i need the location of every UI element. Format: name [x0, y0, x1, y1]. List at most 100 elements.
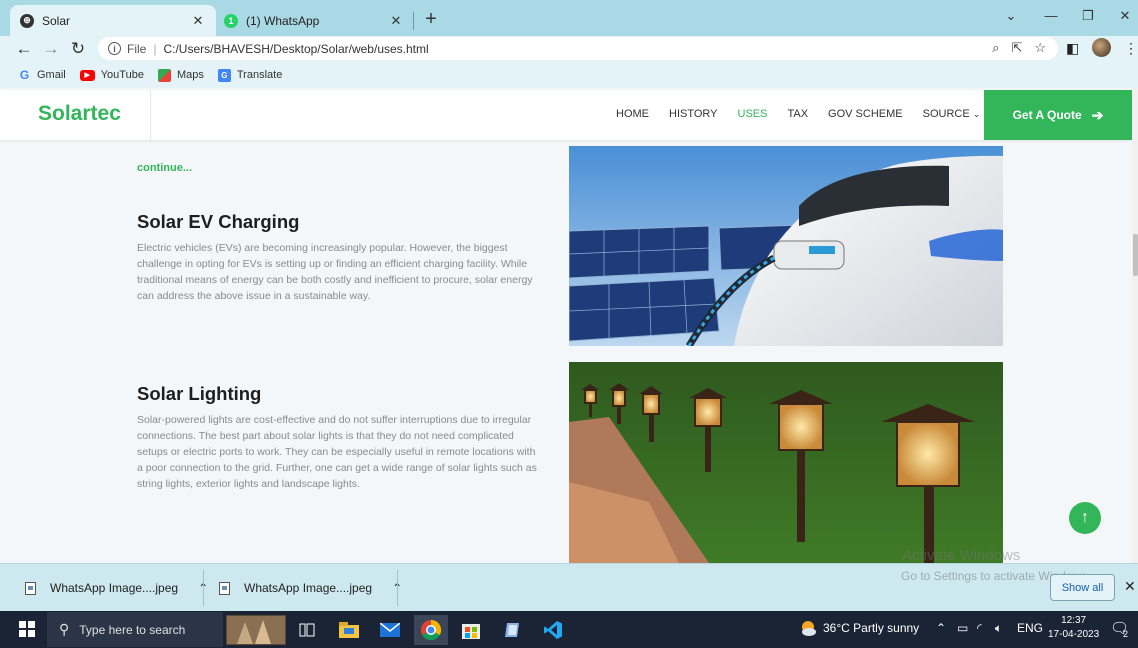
site-logo[interactable]: Solartec — [38, 102, 121, 126]
page-viewport: Solartec HOME HISTORY USES TAX GOV SCHEM… — [0, 88, 1132, 563]
bookmark-label: Gmail — [37, 69, 66, 81]
search-highlight-thumbnail[interactable] — [226, 615, 286, 645]
task-view-icon[interactable] — [290, 615, 324, 645]
nav-history[interactable]: HISTORY — [669, 108, 718, 120]
back-button[interactable]: ← — [14, 38, 34, 60]
chrome-icon[interactable] — [414, 615, 448, 645]
tab-solar[interactable]: ⊕ Solar ✕ — [10, 5, 216, 36]
solar-lighting-image — [569, 362, 1003, 563]
battery-icon[interactable]: ▭ — [957, 621, 968, 635]
download-divider — [203, 570, 204, 606]
address-bar[interactable]: i File | C:/Users/BHAVESH/Desktop/Solar/… — [98, 37, 1058, 60]
bookmarks-bar: G Gmail ▶ YouTube Maps G Translate — [0, 62, 1138, 88]
url-divider: | — [153, 41, 157, 56]
taskbar-clock[interactable]: 12:37 17-04-2023 — [1048, 614, 1099, 642]
bookmark-gmail[interactable]: G Gmail — [18, 68, 66, 82]
tab-whatsapp[interactable]: 1 (1) WhatsApp ✕ — [214, 5, 414, 36]
zoom-icon[interactable]: ⌕ — [992, 40, 999, 56]
tab-divider — [413, 12, 414, 30]
weather-text[interactable]: 36°C Partly sunny — [823, 621, 919, 635]
close-download-shelf-icon[interactable]: ✕ — [1124, 578, 1136, 595]
main-nav: HOME HISTORY USES TAX GOV SCHEME SOURCE … — [616, 108, 1000, 120]
wifi-icon[interactable]: ◜ — [977, 621, 982, 635]
new-tab-button[interactable]: + — [421, 8, 441, 31]
nav-source[interactable]: SOURCE ⌄ — [923, 108, 981, 120]
show-all-downloads-button[interactable]: Show all — [1050, 574, 1115, 601]
section-title-ev: Solar EV Charging — [137, 211, 300, 232]
reload-button[interactable]: ↻ — [68, 38, 88, 60]
chevron-up-icon[interactable]: ⌃ — [936, 621, 946, 635]
close-tab-icon[interactable]: ✕ — [388, 13, 404, 29]
tab-title: Solar — [42, 13, 71, 28]
profile-avatar[interactable] — [1092, 38, 1111, 57]
continue-link[interactable]: continue... — [137, 162, 192, 174]
download-filename: WhatsApp Image....jpeg — [244, 581, 373, 595]
minimize-button[interactable]: — — [1040, 8, 1062, 23]
activate-windows-watermark: Activate Windows — [902, 547, 1021, 563]
image-file-icon — [25, 581, 36, 595]
section-title-lighting: Solar Lighting — [137, 383, 262, 404]
search-icon: ⚲ — [59, 621, 70, 637]
vscode-icon[interactable] — [536, 615, 570, 645]
nav-home[interactable]: HOME — [616, 108, 649, 120]
back-to-top-button[interactable]: ↑ — [1069, 502, 1101, 534]
youtube-icon: ▶ — [79, 69, 95, 81]
weather-icon[interactable] — [799, 619, 817, 640]
site-header: Solartec HOME HISTORY USES TAX GOV SCHEM… — [0, 90, 1132, 140]
page-scrollbar[interactable] — [1132, 88, 1138, 563]
mail-icon[interactable] — [373, 615, 407, 645]
nav-uses[interactable]: USES — [738, 108, 768, 120]
microsoft-store-icon[interactable] — [454, 615, 488, 645]
ev-charging-image — [569, 146, 1003, 346]
maps-icon — [157, 68, 171, 82]
forward-button[interactable]: → — [41, 38, 61, 60]
search-placeholder: Type here to search — [79, 622, 186, 637]
download-item[interactable]: WhatsApp Image....jpeg ⌃ — [219, 574, 402, 602]
restore-button[interactable]: ❐ — [1077, 8, 1099, 24]
close-tab-icon[interactable]: ✕ — [190, 13, 206, 29]
arrow-up-icon: ↑ — [1081, 509, 1089, 526]
notes-app-icon[interactable] — [495, 615, 529, 645]
bookmark-maps[interactable]: Maps — [157, 68, 204, 82]
bookmark-label: Translate — [236, 69, 283, 81]
translate-icon: G — [217, 68, 231, 82]
tab-search-icon[interactable]: ⌄ — [1000, 8, 1022, 24]
notification-count: 2 — [1123, 629, 1129, 639]
bookmark-youtube[interactable]: ▶ YouTube — [79, 69, 144, 81]
download-item[interactable]: WhatsApp Image....jpeg ⌃ — [25, 574, 208, 602]
nav-tax[interactable]: TAX — [787, 108, 808, 120]
browser-tab-bar: ⊕ Solar ✕ 1 (1) WhatsApp ✕ + ⌄ — ❐ ✕ — [0, 0, 1138, 36]
section-text-lighting: Solar-powered lights are cost-effective … — [137, 414, 537, 490]
bookmark-label: Maps — [176, 69, 204, 81]
section-text-ev: Electric vehicles (EVs) are becoming inc… — [137, 242, 533, 302]
bookmark-star-icon[interactable]: ☆ — [1034, 40, 1046, 56]
download-divider — [397, 570, 398, 606]
taskbar-search-input[interactable]: ⚲ Type here to search — [47, 612, 223, 647]
clock-date: 17-04-2023 — [1048, 629, 1100, 640]
header-divider — [150, 90, 151, 140]
image-file-icon — [219, 581, 230, 595]
bookmark-translate[interactable]: G Translate — [217, 68, 283, 82]
windows-taskbar: ⚲ Type here to search 36°C Partly sunny … — [0, 611, 1138, 648]
get-a-quote-button[interactable]: Get A Quote ➔ — [984, 90, 1132, 140]
scrollbar-thumb[interactable] — [1133, 234, 1138, 276]
side-panel-icon[interactable]: ◧ — [1066, 40, 1079, 57]
google-icon: G — [19, 68, 30, 82]
menu-icon[interactable]: ⋮ — [1124, 40, 1138, 57]
tab-title: (1) WhatsApp — [246, 13, 320, 28]
file-explorer-icon[interactable] — [332, 615, 366, 645]
volume-icon[interactable]: 🔈︎ — [995, 621, 1002, 636]
download-filename: WhatsApp Image....jpeg — [50, 581, 179, 595]
nav-gov-scheme[interactable]: GOV SCHEME — [828, 108, 903, 120]
notification-center-icon[interactable]: 🗨︎2 — [1110, 619, 1134, 639]
nav-source-label: SOURCE — [922, 108, 970, 120]
bookmark-label: YouTube — [100, 69, 144, 81]
close-window-button[interactable]: ✕ — [1114, 8, 1136, 24]
info-icon[interactable]: i — [108, 42, 121, 55]
share-icon[interactable]: ⇱ — [1011, 40, 1022, 56]
chevron-down-icon: ⌄ — [972, 109, 981, 119]
arrow-right-icon: ➔ — [1091, 106, 1104, 123]
windows-start-icon[interactable] — [19, 621, 35, 637]
input-language[interactable]: ENG — [1017, 621, 1043, 635]
url-text: C:/Users/BHAVESH/Desktop/Solar/web/uses.… — [163, 41, 429, 56]
